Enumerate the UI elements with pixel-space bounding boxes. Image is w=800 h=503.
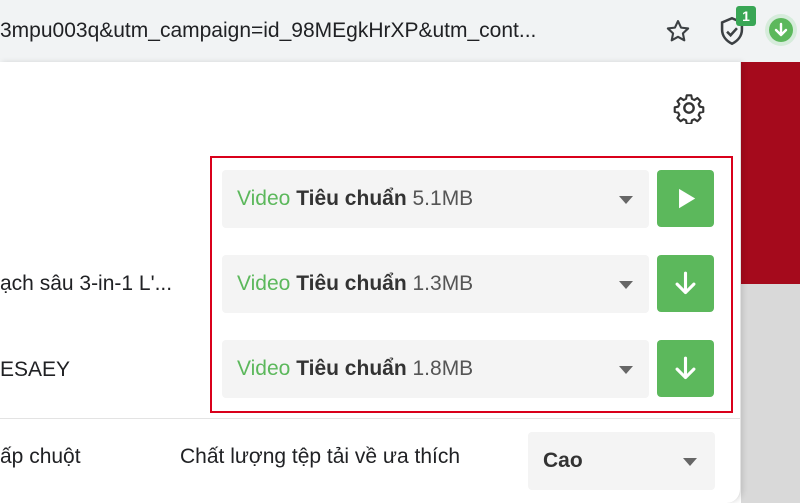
bookmark-star-icon[interactable] xyxy=(664,17,692,45)
browser-toolbar: 3mpu003q&utm_campaign=id_98MEgkHrXP&utm_… xyxy=(0,0,800,62)
arrow-down-icon xyxy=(774,22,788,37)
page-background-banner xyxy=(741,62,800,284)
video-title: ESAEY xyxy=(0,358,71,381)
gear-icon[interactable] xyxy=(673,92,705,124)
page-background-gray xyxy=(741,284,800,503)
footer-option-text: ấp chuột xyxy=(0,445,81,468)
downloader-extension-icon[interactable] xyxy=(765,14,797,46)
chevron-down-icon xyxy=(683,458,697,466)
divider xyxy=(0,418,741,419)
video-title: ạch sâu 3-in-1 L'... xyxy=(0,272,173,295)
preferred-quality-select[interactable]: Cao xyxy=(528,432,715,490)
extension-badge: 1 xyxy=(736,6,756,26)
highlight-annotation-box xyxy=(210,156,733,413)
address-bar-url[interactable]: 3mpu003q&utm_campaign=id_98MEgkHrXP&utm_… xyxy=(0,17,630,45)
preferred-quality-label: Chất lượng tệp tải về ưa thích xyxy=(180,445,461,468)
preferred-quality-value: Cao xyxy=(543,449,583,472)
downloader-popup: Video Tiêu chuẩn 5.1MB ạch sâu 3-in-1 L'… xyxy=(0,62,741,503)
